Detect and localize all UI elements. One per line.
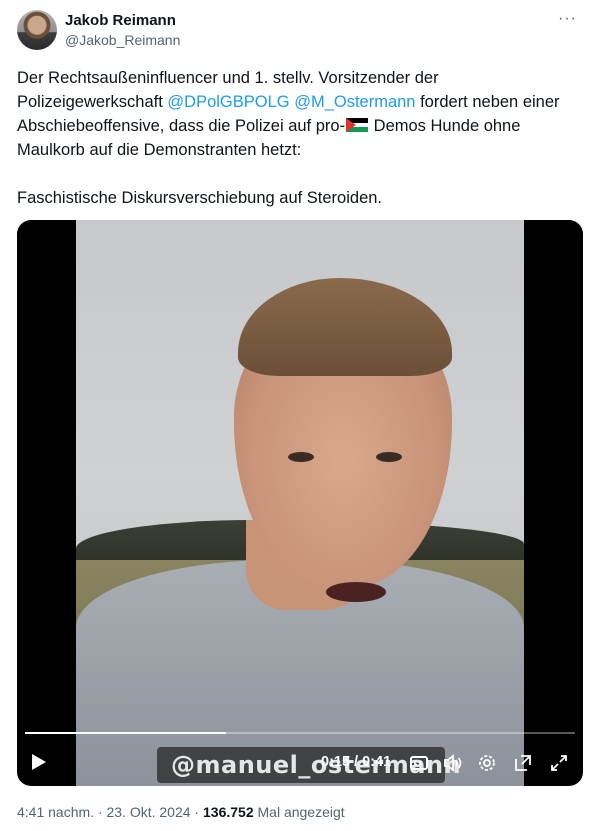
tweet-text: Der Rechtsaußeninfluencer und 1. stellv.… — [17, 66, 577, 210]
tweet-header: Jakob Reimann @Jakob_Reimann ··· — [17, 10, 585, 52]
captions-icon[interactable] — [409, 753, 431, 775]
video-watermark: @manuel_ostermann — [157, 747, 461, 783]
tweet-text-segment: Demos Hunde ohne — [369, 117, 521, 135]
mention-link-dpolgbpolg[interactable]: @DPolGBPOLG — [167, 93, 289, 111]
palestine-flag-icon — [346, 118, 369, 132]
progress-bar[interactable] — [25, 732, 575, 734]
video-person-eye — [288, 452, 314, 462]
view-count-label: Mal angezeigt — [253, 804, 345, 820]
tweet-text-segment: fordert neben einer — [415, 93, 560, 111]
progress-fill — [25, 732, 227, 734]
video-frame[interactable] — [76, 220, 524, 786]
view-count: 136.752 — [203, 804, 254, 820]
author-name[interactable]: Jakob Reimann — [65, 12, 176, 29]
video-time: 0:15 / 0:41 — [321, 754, 392, 770]
video-controls: @manuel_ostermann 0:15 / 0:41 — [17, 740, 583, 786]
play-icon[interactable] — [29, 748, 49, 776]
tweet-line: Maulkorb auf die Demonstranten hetzt: — [17, 141, 302, 159]
video-person-mouth — [326, 582, 386, 602]
video-person-hair — [238, 278, 452, 376]
mention-link-m-ostermann[interactable]: @M_Ostermann — [294, 93, 415, 111]
tweet-line: Der Rechtsaußeninfluencer und 1. stellv.… — [17, 69, 439, 87]
tweet-timestamp[interactable]: 4:41 nachm. · 23. Okt. 2024 · — [17, 804, 203, 820]
video-player[interactable]: @manuel_ostermann 0:15 / 0:41 — [17, 220, 583, 786]
author-handle[interactable]: @Jakob_Reimann — [65, 32, 180, 48]
tweet-line: Abschiebeoffensive, dass die Polizei auf… — [17, 114, 577, 138]
avatar[interactable] — [17, 10, 57, 50]
volume-icon[interactable] — [443, 753, 465, 775]
tweet-text-segment: Abschiebeoffensive, dass die Polizei auf… — [17, 117, 346, 135]
fullscreen-icon[interactable] — [549, 753, 571, 775]
video-person-eye — [376, 452, 402, 462]
tweet-text-segment: Polizeigewerkschaft — [17, 93, 168, 111]
pip-icon[interactable] — [513, 753, 535, 775]
tweet-line: Polizeigewerkschaft @DPolGBPOLG @M_Oster… — [17, 90, 577, 114]
more-options-icon[interactable]: ··· — [558, 10, 577, 28]
settings-icon[interactable] — [477, 753, 499, 775]
tweet-line: Faschistische Diskursverschiebung auf St… — [17, 189, 383, 207]
tweet-meta: 4:41 nachm. · 23. Okt. 2024 · 136.752 Ma… — [17, 804, 345, 820]
